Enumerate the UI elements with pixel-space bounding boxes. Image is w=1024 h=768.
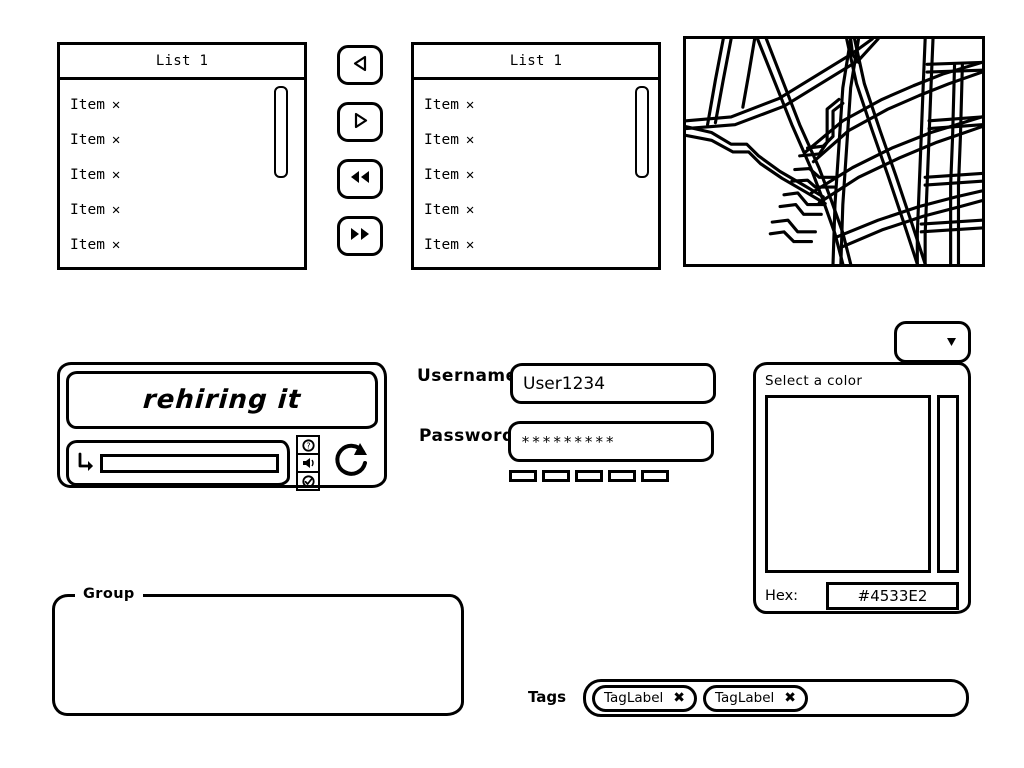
list-item-label: Item [70, 132, 105, 148]
list-2-scrollbar[interactable] [635, 86, 649, 178]
hue-slider[interactable] [937, 395, 959, 573]
color-dropdown-button[interactable] [894, 321, 971, 363]
color-picker-panel: Select a color Hex: #4533E2 [753, 362, 971, 614]
list-item[interactable]: Item ✕ [414, 123, 658, 158]
svg-text:?: ? [306, 441, 310, 450]
list-item-label: Item [424, 202, 459, 218]
strength-segment [608, 470, 636, 482]
close-icon[interactable]: ✕ [466, 228, 474, 263]
refresh-button[interactable] [326, 439, 378, 487]
close-icon[interactable]: ✕ [466, 193, 474, 228]
list-item[interactable]: Item ✕ [60, 123, 304, 158]
close-icon[interactable]: ✕ [466, 88, 474, 123]
captcha-widget: rehiring it ? [57, 362, 387, 491]
password-input[interactable]: ********* [508, 421, 714, 462]
list-item-label: Item [424, 132, 459, 148]
password-strength-meter [509, 470, 669, 482]
tag-chip-label: TagLabel [715, 690, 775, 706]
list-item[interactable]: Item ✕ [60, 228, 304, 263]
enter-arrow-icon [77, 452, 94, 475]
list-1-title: List 1 [155, 53, 209, 69]
username-input[interactable]: User1234 [510, 363, 716, 404]
password-value: ********* [521, 432, 616, 451]
list-item-label: Item [70, 167, 105, 183]
move-left-button[interactable] [337, 45, 383, 85]
close-icon[interactable]: ✕ [112, 88, 120, 123]
strength-segment [542, 470, 570, 482]
list-item[interactable]: Item ✕ [60, 88, 304, 123]
double-triangle-right-icon [348, 225, 372, 247]
close-icon[interactable]: ✕ [112, 228, 120, 263]
tag-chip[interactable]: TagLabel ✖ [592, 684, 698, 712]
close-icon[interactable]: ✕ [466, 123, 474, 158]
list-item[interactable]: Item ✕ [414, 158, 658, 193]
refresh-icon [330, 439, 374, 487]
list-item-label: Item [70, 202, 105, 218]
list-item-label: Item [70, 237, 105, 253]
list-item[interactable]: Item ✕ [414, 193, 658, 228]
triangle-right-icon [351, 111, 370, 134]
close-icon[interactable]: ✕ [466, 158, 474, 193]
list-item-label: Item [424, 237, 459, 253]
group-box: Group [52, 586, 464, 716]
username-value: User1234 [523, 373, 606, 394]
list-1-scrollbar[interactable] [274, 86, 288, 178]
captcha-icon-stack: ? [296, 435, 320, 491]
strength-segment [509, 470, 537, 482]
hex-value: #4533E2 [857, 587, 928, 605]
list-2-header: List 1 [414, 45, 658, 80]
street-map-graphic [686, 39, 982, 264]
list-1-body: Item ✕ Item ✕ Item ✕ Item ✕ Item ✕ [60, 80, 304, 278]
confirm-icon[interactable] [298, 473, 318, 489]
captcha-input-row: ? [66, 435, 378, 491]
tag-chip[interactable]: TagLabel ✖ [703, 684, 809, 712]
move-all-left-button[interactable] [337, 159, 383, 199]
username-label: Username: [417, 366, 525, 386]
group-legend: Group [75, 586, 143, 602]
move-right-button[interactable] [337, 102, 383, 142]
list-2-title: List 1 [509, 53, 563, 69]
street-map[interactable] [683, 36, 985, 267]
close-icon[interactable]: ✖ [673, 690, 685, 706]
list-item[interactable]: Item ✕ [414, 228, 658, 263]
list-item-label: Item [424, 97, 459, 113]
color-picker-area [765, 395, 959, 573]
hex-label: Hex: [765, 588, 799, 604]
hex-input[interactable]: #4533E2 [826, 582, 959, 610]
password-label: Password: [419, 426, 522, 446]
color-picker-title: Select a color [765, 373, 863, 389]
captcha-challenge-image: rehiring it [66, 371, 378, 429]
audio-icon[interactable] [298, 455, 318, 473]
list-item-label: Item [424, 167, 459, 183]
list-item[interactable]: Item ✕ [60, 158, 304, 193]
list-item-label: Item [70, 97, 105, 113]
close-icon[interactable]: ✕ [112, 158, 120, 193]
tags-container[interactable]: TagLabel ✖ TagLabel ✖ [583, 679, 969, 717]
strength-segment [575, 470, 603, 482]
transfer-button-group [337, 45, 383, 256]
close-icon[interactable]: ✕ [112, 193, 120, 228]
strength-segment [641, 470, 669, 482]
list-panel-2: List 1 Item ✕ Item ✕ Item ✕ Item ✕ Item … [411, 42, 661, 270]
move-all-right-button[interactable] [337, 216, 383, 256]
help-icon[interactable]: ? [298, 437, 318, 455]
list-panel-1: List 1 Item ✕ Item ✕ Item ✕ Item ✕ Item … [57, 42, 307, 270]
list-2-body: Item ✕ Item ✕ Item ✕ Item ✕ Item ✕ [414, 80, 658, 278]
chevron-down-icon [945, 333, 958, 352]
close-icon[interactable]: ✖ [784, 690, 796, 706]
tags-label: Tags [528, 688, 567, 706]
captcha-input-container[interactable] [66, 440, 290, 486]
close-icon[interactable]: ✕ [112, 123, 120, 158]
double-triangle-left-icon [348, 168, 372, 190]
list-1-header: List 1 [60, 45, 304, 80]
list-item[interactable]: Item ✕ [60, 193, 304, 228]
saturation-value-square[interactable] [765, 395, 931, 573]
captcha-challenge-text: rehiring it [141, 385, 303, 415]
captcha-input[interactable] [100, 453, 279, 473]
hex-row: Hex: #4533E2 [765, 582, 959, 610]
triangle-left-icon [351, 54, 370, 77]
tag-chip-label: TagLabel [604, 690, 664, 706]
list-item[interactable]: Item ✕ [414, 88, 658, 123]
